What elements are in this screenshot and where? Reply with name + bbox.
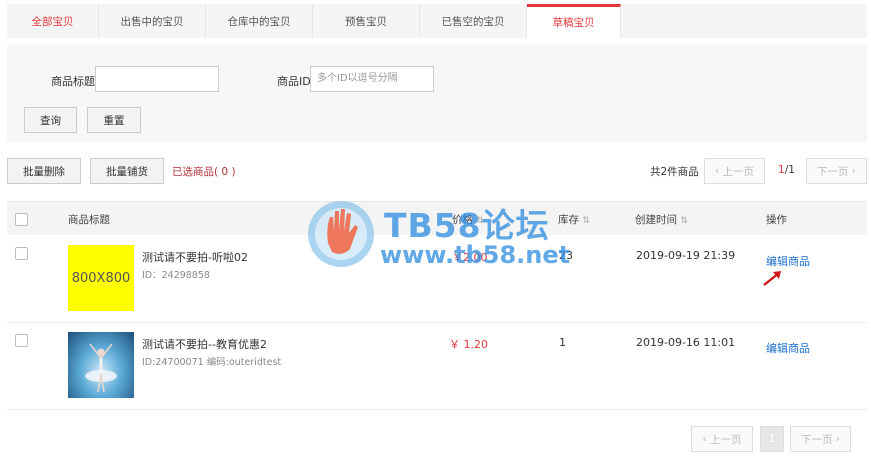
product-price: ￥2.00 <box>452 251 488 264</box>
footer-next-button[interactable]: 下一页 › <box>790 426 851 452</box>
product-meta: ID:24700071 编码:outeridtest <box>142 357 282 368</box>
header-stock-label: 库存 <box>558 214 579 226</box>
table-header: 商品标题 价格 ⇅ 库存 ⇅ 创建时间 ⇅ 操作 <box>7 201 867 235</box>
footer-page-button[interactable]: 1 <box>760 426 784 452</box>
product-thumbnail[interactable]: 800X800 <box>68 245 134 311</box>
product-created: 2019-09-16 11:01 <box>636 336 736 349</box>
header-stock[interactable]: 库存 ⇅ <box>558 212 590 227</box>
edit-product-link[interactable]: 编辑商品 <box>766 253 810 269</box>
tab-bar: 全部宝贝 出售中的宝贝 仓库中的宝贝 预售宝贝 已售空的宝贝 草稿宝贝 <box>7 4 867 38</box>
query-button[interactable]: 查询 <box>24 107 77 133</box>
product-stock: 1 <box>559 336 566 349</box>
tab-all-items[interactable]: 全部宝贝 <box>7 4 99 38</box>
header-title: 商品标题 <box>68 214 110 226</box>
tab-on-sale[interactable]: 出售中的宝贝 <box>99 4 206 38</box>
sort-icon: ⇅ <box>582 216 590 226</box>
chevron-right-icon: › <box>832 433 841 445</box>
selected-count: 已选商品( 0 ) <box>172 166 236 178</box>
header-created-label: 创建时间 <box>635 214 677 226</box>
chevron-left-icon: ‹ <box>714 165 723 177</box>
table-row: 测试请不要拍--教育优惠2 ID:24700071 编码:outeridtest… <box>7 323 867 410</box>
header-price-label: 价格 <box>452 214 473 226</box>
current-page: 1 <box>778 164 785 176</box>
header-price[interactable]: 价格 ⇅ <box>452 212 484 227</box>
row-checkbox[interactable] <box>15 334 28 347</box>
id-label: 商品ID <box>277 75 311 88</box>
batch-delete-button[interactable]: 批量删除 <box>7 158 81 184</box>
header-created[interactable]: 创建时间 ⇅ <box>635 212 688 227</box>
product-created: 2019-09-19 21:39 <box>636 249 736 262</box>
product-title: 测试请不要拍-听啦02 <box>142 251 248 264</box>
product-stock: 23 <box>559 249 573 262</box>
select-all-checkbox[interactable] <box>15 213 28 226</box>
sort-icon: ⇅ <box>476 216 484 226</box>
ballerina-image <box>85 343 117 393</box>
next-page-label: 下一页 <box>816 165 849 178</box>
tab-in-warehouse[interactable]: 仓库中的宝贝 <box>206 4 313 38</box>
footer-prev-label: 上一页 <box>710 433 742 446</box>
product-thumbnail[interactable] <box>68 332 134 398</box>
sort-icon: ⇅ <box>680 216 688 226</box>
tab-drafts[interactable]: 草稿宝贝 <box>527 4 621 38</box>
title-label: 商品标题 <box>51 75 95 88</box>
product-meta: ID：24298858 <box>142 270 210 281</box>
batch-list-button[interactable]: 批量铺货 <box>90 158 164 184</box>
tab-presale[interactable]: 预售宝贝 <box>313 4 420 38</box>
filter-panel: 商品标题 商品ID 多个ID以逗号分隔 查询 重置 <box>7 44 867 142</box>
prev-page-label: 上一页 <box>722 165 755 178</box>
product-price: ￥ 1.20 <box>449 338 488 351</box>
chevron-left-icon: ‹ <box>702 433 711 445</box>
chevron-right-icon: › <box>848 165 857 177</box>
next-page-button[interactable]: 下一页 › <box>806 158 867 184</box>
title-input[interactable] <box>95 66 219 92</box>
edit-product-link[interactable]: 编辑商品 <box>766 340 810 356</box>
page-indicator: 1/1 <box>778 164 795 176</box>
product-title: 测试请不要拍--教育优惠2 <box>142 338 267 351</box>
arrow-annotation-icon <box>763 271 781 286</box>
footer-prev-button[interactable]: ‹ 上一页 <box>691 426 753 452</box>
total-count: 共2件商品 <box>650 166 699 178</box>
reset-button[interactable]: 重置 <box>87 107 141 133</box>
table-row: 800X800 测试请不要拍-听啦02 ID：24298858 ￥2.00 23… <box>7 235 867 323</box>
page-total: /1 <box>784 164 795 176</box>
tab-sold-out[interactable]: 已售空的宝贝 <box>420 4 527 38</box>
footer-next-label: 下一页 <box>800 433 833 446</box>
header-action: 操作 <box>766 214 787 226</box>
prev-page-button[interactable]: ‹ 上一页 <box>704 158 765 184</box>
id-input[interactable]: 多个ID以逗号分隔 <box>310 66 434 92</box>
row-checkbox[interactable] <box>15 247 28 260</box>
